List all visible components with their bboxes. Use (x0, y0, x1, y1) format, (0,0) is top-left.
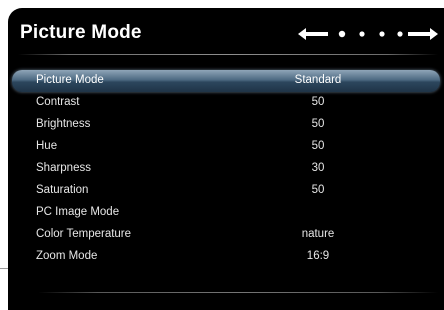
menu-item-label: PC Image Mode (36, 206, 120, 218)
page-dot-active (338, 30, 346, 38)
page-dot (379, 31, 385, 37)
menu-item-label: Picture Mode (36, 74, 104, 86)
osd-menu-panel: Picture Mode Picture Mode Standard Contr… (8, 8, 444, 310)
settings-list: Picture Mode Standard Contrast 50 Bright… (8, 70, 444, 268)
menu-item-label: Contrast (36, 96, 80, 108)
menu-item-pc-image-mode[interactable]: PC Image Mode (8, 202, 444, 224)
header-divider (18, 54, 438, 55)
menu-item-value: 50 (311, 184, 325, 196)
menu-item-label: Hue (36, 140, 58, 152)
arrow-right-icon[interactable] (408, 28, 438, 40)
footer-divider (38, 292, 438, 293)
menu-item-value: 50 (311, 118, 325, 130)
menu-item-label: Color Temperature (36, 228, 132, 240)
menu-item-value: 30 (311, 162, 325, 174)
page-navigator[interactable] (298, 26, 438, 42)
menu-item-label: Brightness (36, 118, 91, 130)
menu-item-label: Saturation (36, 184, 89, 196)
menu-item-zoom-mode[interactable]: Zoom Mode 16:9 (8, 246, 444, 268)
menu-item-value: 16:9 (306, 250, 330, 262)
menu-item-value: Standard (294, 74, 342, 86)
menu-header: Picture Mode (8, 8, 444, 58)
menu-item-color-temperature[interactable]: Color Temperature nature (8, 224, 444, 246)
menu-item-picture-mode[interactable]: Picture Mode Standard (12, 70, 440, 92)
page-title: Picture Mode (20, 22, 142, 43)
menu-item-brightness[interactable]: Brightness 50 (8, 114, 444, 136)
edge-divider (0, 268, 8, 269)
menu-item-hue[interactable]: Hue 50 (8, 136, 444, 158)
menu-item-label: Sharpness (36, 162, 91, 174)
menu-item-value: nature (301, 228, 335, 240)
arrow-left-icon[interactable] (298, 28, 328, 40)
page-dot (397, 31, 403, 37)
menu-item-value: 50 (311, 96, 325, 108)
menu-item-value: 50 (311, 140, 325, 152)
menu-item-saturation[interactable]: Saturation 50 (8, 180, 444, 202)
page-dot (359, 31, 365, 37)
menu-item-label: Zoom Mode (36, 250, 98, 262)
menu-item-sharpness[interactable]: Sharpness 30 (8, 158, 444, 180)
menu-item-contrast[interactable]: Contrast 50 (8, 92, 444, 114)
